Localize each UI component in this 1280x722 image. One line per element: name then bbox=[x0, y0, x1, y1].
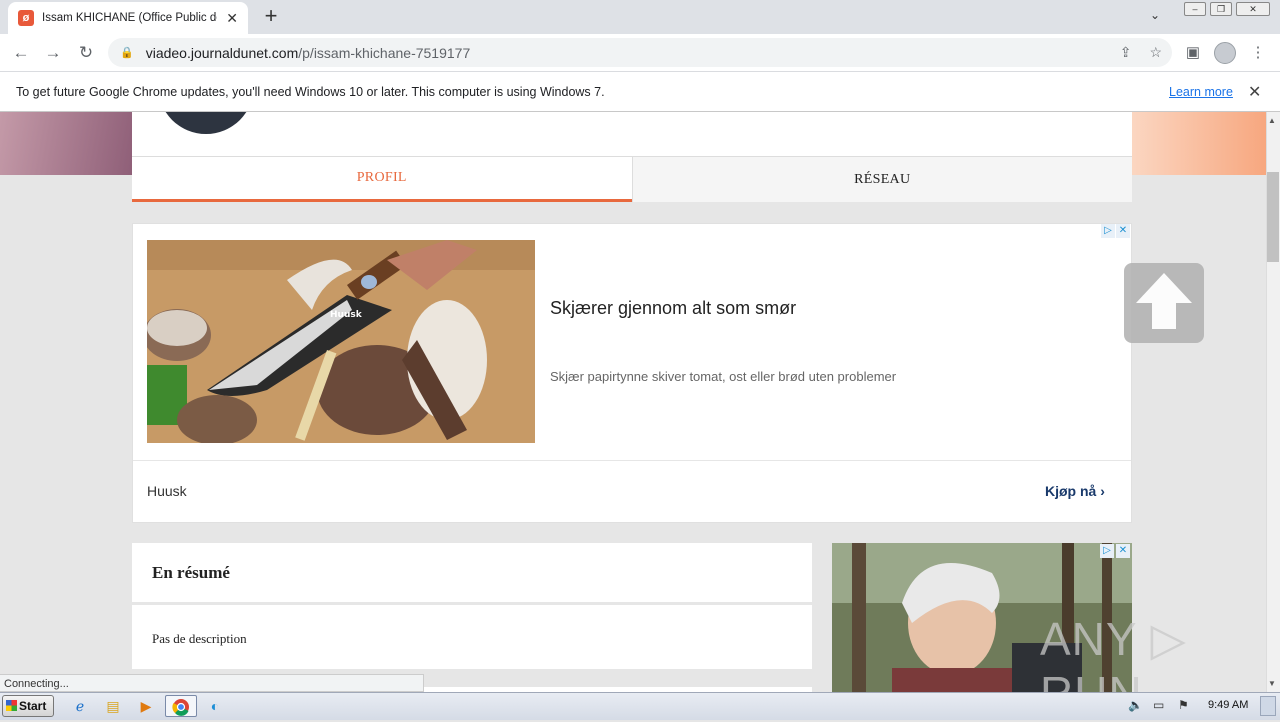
tab-reseau[interactable]: RÉSEAU bbox=[631, 157, 1133, 202]
ad-body: Skjær papirtynne skiver tomat, ost eller… bbox=[550, 369, 897, 384]
url-host: viadeo.journaldunet.com bbox=[145, 44, 299, 61]
start-button[interactable]: Start bbox=[2, 695, 54, 717]
ad-brand: Huusk bbox=[147, 483, 187, 499]
profile-banner-left bbox=[0, 112, 132, 175]
profile-avatar[interactable] bbox=[1214, 42, 1236, 64]
ad-image-label: Huusk bbox=[330, 310, 363, 320]
browser-tab[interactable]: ø Issam KHICHANE (Office Public de T ✕ bbox=[8, 2, 248, 34]
network-icon[interactable]: ▭ bbox=[1153, 698, 1164, 712]
arrow-up-icon bbox=[1136, 273, 1192, 329]
media-player-icon[interactable]: ▶ bbox=[134, 695, 158, 717]
infobar-message: To get future Google Chrome updates, you… bbox=[16, 84, 605, 99]
taskbar-clock[interactable]: 9:49 AM bbox=[1208, 699, 1248, 711]
forward-button[interactable]: → bbox=[42, 42, 64, 64]
start-label: Start bbox=[19, 699, 47, 713]
summary-section: En résumé Pas de description bbox=[132, 543, 812, 669]
windows-logo-icon bbox=[6, 700, 17, 711]
edge-icon[interactable]: ◐ bbox=[203, 695, 227, 717]
ie-icon[interactable]: ℯ bbox=[68, 695, 92, 717]
profile-card bbox=[132, 112, 1132, 156]
chrome-icon bbox=[172, 699, 189, 716]
learn-more-link[interactable]: Learn more bbox=[1169, 85, 1233, 99]
tab-search-icon[interactable]: ⌄ bbox=[1150, 8, 1160, 22]
bookmark-star-icon[interactable]: ☆ bbox=[1149, 44, 1162, 61]
share-icon[interactable]: ⇪ bbox=[1120, 44, 1132, 61]
ad-image[interactable]: Huusk bbox=[147, 240, 535, 443]
ad-footer: Huusk Kjøp nå › bbox=[133, 460, 1131, 522]
summary-title: En résumé bbox=[152, 563, 230, 582]
scroll-up-arrow-icon[interactable]: ▲ bbox=[1268, 116, 1276, 125]
show-desktop-button[interactable] bbox=[1260, 696, 1276, 716]
scroll-to-top-button[interactable] bbox=[1124, 263, 1204, 343]
restore-button[interactable]: ❐ bbox=[1210, 2, 1232, 16]
ad-card[interactable]: ▷ ✕ Huusk Skjærer gjennom alt som smør S… bbox=[132, 223, 1132, 523]
knife-mushroom-illustration: Huusk bbox=[147, 240, 535, 443]
summary-header: En résumé bbox=[132, 543, 812, 605]
volume-icon[interactable]: 🔈 bbox=[1128, 698, 1143, 712]
explorer-icon[interactable]: ▤ bbox=[101, 695, 125, 717]
url-path: /p/issam-khichane-7519177 bbox=[298, 44, 471, 61]
profile-tabs: PROFIL RÉSEAU bbox=[132, 156, 1132, 202]
address-bar[interactable]: 🔒 viadeo.journaldunet.com /p/issam-khich… bbox=[108, 38, 1172, 67]
chrome-taskbar-icon[interactable] bbox=[165, 695, 197, 717]
side-adchoices-icon[interactable]: ▷ bbox=[1100, 544, 1114, 558]
page-viewport: PROFIL RÉSEAU ▷ ✕ Huusk Skjærer gjennom … bbox=[0, 112, 1266, 692]
favicon-icon: ø bbox=[18, 10, 34, 26]
close-window-button[interactable]: ✕ bbox=[1236, 2, 1270, 16]
ad-headline[interactable]: Skjærer gjennom alt som smør bbox=[550, 298, 796, 319]
adchoices-icon[interactable]: ▷ bbox=[1101, 224, 1115, 238]
reload-button[interactable]: ↻ bbox=[75, 42, 97, 64]
ad-close-icon[interactable]: ✕ bbox=[1116, 224, 1130, 238]
tab-title: Issam KHICHANE (Office Public de T bbox=[42, 12, 217, 24]
browser-toolbar: ← → ↻ 🔒 viadeo.journaldunet.com /p/issam… bbox=[0, 34, 1280, 72]
minimize-button[interactable]: – bbox=[1184, 2, 1206, 16]
side-ad-close-icon[interactable]: ✕ bbox=[1116, 544, 1130, 558]
ad-cta-button[interactable]: Kjøp nå › bbox=[1045, 483, 1105, 499]
new-tab-button[interactable]: + bbox=[258, 4, 284, 30]
side-panel-icon[interactable]: ▣ bbox=[1184, 44, 1202, 62]
chrome-menu-button[interactable]: ⋮ bbox=[1249, 44, 1267, 62]
back-button[interactable]: ← bbox=[10, 42, 32, 64]
tab-close-button[interactable]: ✕ bbox=[226, 10, 238, 27]
tab-profil[interactable]: PROFIL bbox=[132, 157, 632, 202]
infobar-close-button[interactable]: ✕ bbox=[1248, 82, 1261, 102]
scrollbar-thumb[interactable] bbox=[1267, 172, 1279, 262]
lock-icon: 🔒 bbox=[120, 47, 134, 59]
profile-banner-right bbox=[1132, 112, 1266, 175]
summary-description: Pas de description bbox=[152, 631, 247, 646]
update-infobar: To get future Google Chrome updates, you… bbox=[0, 72, 1280, 112]
action-center-flag-icon[interactable]: ⚑ bbox=[1178, 698, 1189, 712]
status-bubble: Connecting... bbox=[0, 674, 424, 692]
